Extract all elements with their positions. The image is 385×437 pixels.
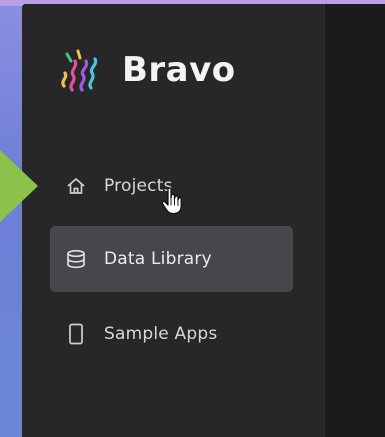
home-icon	[64, 174, 88, 198]
app-brand-name: Bravo	[122, 50, 236, 90]
sidebar-divider	[324, 4, 325, 437]
pointer-arrow-annotation-icon	[0, 150, 38, 222]
sidebar-item-sample-apps[interactable]: Sample Apps	[50, 301, 293, 367]
main-content-area	[324, 4, 385, 437]
sidebar-item-data-library[interactable]: Data Library	[50, 226, 293, 292]
mobile-device-icon	[64, 322, 88, 346]
sidebar-item-label: Data Library	[104, 249, 212, 269]
hand-cursor-icon	[161, 187, 182, 215]
bravo-logo-icon	[61, 49, 98, 92]
database-icon	[64, 247, 88, 271]
sidebar-item-label: Sample Apps	[104, 324, 218, 344]
